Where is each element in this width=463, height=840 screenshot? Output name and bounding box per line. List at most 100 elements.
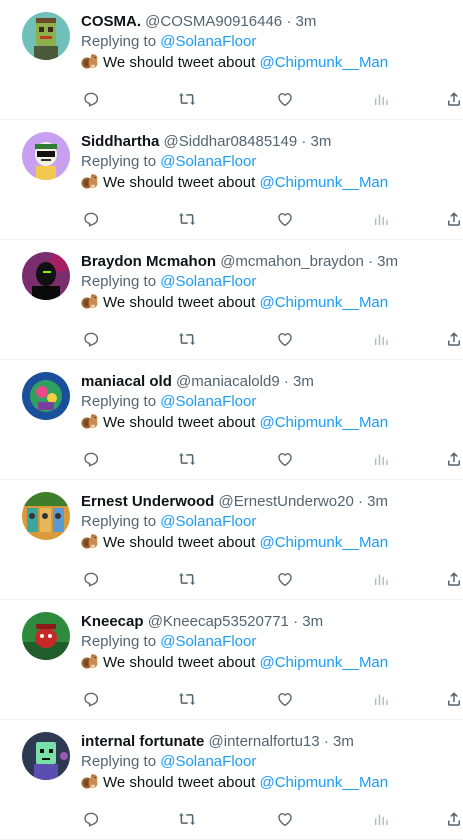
display-name[interactable]: Kneecap [81,613,144,630]
mention-link[interactable]: @Chipmunk__Man [260,54,389,71]
replying-to-mention[interactable]: @SolanaFloor [160,393,256,410]
mention-link[interactable]: @Chipmunk__Man [260,774,389,791]
mention-link[interactable]: @Chipmunk__Man [260,294,389,311]
tweet-2[interactable]: Siddhartha @Siddhar08485149 · 3m Replyin… [0,120,463,240]
views-button[interactable] [371,329,391,349]
replying-to-mention[interactable]: @SolanaFloor [160,153,256,170]
retweet-button[interactable] [177,449,197,469]
share-button[interactable] [444,329,463,349]
user-handle[interactable]: @mcmahon_braydon [220,253,364,270]
share-button[interactable] [444,89,463,109]
views-button[interactable] [371,569,391,589]
display-name[interactable]: Braydon Mcmahon [81,253,216,270]
display-name[interactable]: maniacal old [81,373,172,390]
share-button[interactable] [444,689,463,709]
timestamp[interactable]: 3m [302,613,323,630]
share-icon [448,692,460,706]
reply-button[interactable] [81,209,101,229]
replying-to-mention[interactable]: @SolanaFloor [160,33,256,50]
tweet-5[interactable]: Ernest Underwood @ErnestUnderwo20 · 3m R… [0,480,463,600]
cosma-avatar[interactable] [22,12,70,60]
share-button[interactable] [444,449,463,469]
reply-button[interactable] [81,569,101,589]
display-name[interactable]: Siddhartha [81,133,159,150]
tweet-content: Siddhartha @Siddhar08485149 · 3m Replyin… [81,132,463,193]
maniacal-avatar[interactable] [22,372,70,420]
replying-to-mention[interactable]: @SolanaFloor [160,513,256,530]
user-handle[interactable]: @Siddhar08485149 [164,133,298,150]
display-name[interactable]: internal fortunate [81,733,204,750]
timestamp[interactable]: 3m [311,133,332,150]
tweet-1[interactable]: COSMA. @COSMA90916446 · 3m Replying to @… [0,0,463,120]
tweet-3[interactable]: Braydon Mcmahon @mcmahon_braydon · 3m Re… [0,240,463,360]
retweet-button[interactable] [177,569,197,589]
user-handle[interactable]: @Kneecap53520771 [148,613,289,630]
user-handle[interactable]: @internalfortu13 [209,733,320,750]
reply-button[interactable] [81,689,101,709]
like-button[interactable] [275,449,295,469]
views-button[interactable] [371,449,391,469]
replying-to-label: Replying to [81,753,157,770]
separator-dot: · [358,493,363,510]
timestamp[interactable]: 3m [333,733,354,750]
reply-button[interactable] [81,449,101,469]
tweet-body: We should tweet about [103,54,256,71]
ernest-avatar[interactable] [22,492,70,540]
mention-link[interactable]: @Chipmunk__Man [260,534,389,551]
retweet-button[interactable] [177,209,197,229]
tweet-header: Kneecap @Kneecap53520771 · 3m [81,612,463,632]
tweet-6[interactable]: Kneecap @Kneecap53520771 · 3m Replying t… [0,600,463,720]
mention-link[interactable]: @Chipmunk__Man [260,414,389,431]
internal-avatar[interactable] [22,732,70,780]
user-handle[interactable]: @COSMA90916446 [145,13,282,30]
mention-link[interactable]: @Chipmunk__Man [260,654,389,671]
views-icon [375,454,388,465]
like-button[interactable] [275,209,295,229]
views-icon [375,334,388,345]
tweet-body: We should tweet about [103,174,256,191]
like-button[interactable] [275,809,295,829]
replying-to-mention[interactable]: @SolanaFloor [160,753,256,770]
like-button[interactable] [275,329,295,349]
mention-link[interactable]: @Chipmunk__Man [260,174,389,191]
kneecap-avatar[interactable] [22,612,70,660]
views-button[interactable] [371,689,391,709]
like-button[interactable] [275,689,295,709]
siddhartha-avatar[interactable] [22,132,70,180]
user-handle[interactable]: @maniacalold9 [176,373,280,390]
timestamp[interactable]: 3m [296,13,317,30]
replying-to-mention[interactable]: @SolanaFloor [160,273,256,290]
retweet-button[interactable] [177,329,197,349]
tweet-7[interactable]: internal fortunate @internalfortu13 · 3m… [0,720,463,840]
share-button[interactable] [444,569,463,589]
tweet-actions [81,569,463,589]
retweet-button[interactable] [177,89,197,109]
separator-dot: · [368,253,373,270]
replying-to-line: Replying to @SolanaFloor [81,392,463,412]
timestamp[interactable]: 3m [293,373,314,390]
tweet-4[interactable]: maniacal old @maniacalold9 · 3m Replying… [0,360,463,480]
views-button[interactable] [371,809,391,829]
reply-button[interactable] [81,329,101,349]
timestamp[interactable]: 3m [367,493,388,510]
replying-to-mention[interactable]: @SolanaFloor [160,633,256,650]
retweet-icon [179,213,195,225]
display-name[interactable]: Ernest Underwood [81,493,214,510]
like-button[interactable] [275,89,295,109]
share-icon [448,332,460,346]
retweet-button[interactable] [177,689,197,709]
share-button[interactable] [444,209,463,229]
timestamp[interactable]: 3m [377,253,398,270]
tweet-header: Braydon Mcmahon @mcmahon_braydon · 3m [81,252,463,272]
like-button[interactable] [275,569,295,589]
reply-button[interactable] [81,809,101,829]
tweet-actions [81,809,463,829]
user-handle[interactable]: @ErnestUnderwo20 [219,493,354,510]
display-name[interactable]: COSMA. [81,13,141,30]
retweet-button[interactable] [177,809,197,829]
reply-button[interactable] [81,89,101,109]
views-button[interactable] [371,89,391,109]
views-button[interactable] [371,209,391,229]
braydon-avatar[interactable] [22,252,70,300]
share-button[interactable] [444,809,463,829]
